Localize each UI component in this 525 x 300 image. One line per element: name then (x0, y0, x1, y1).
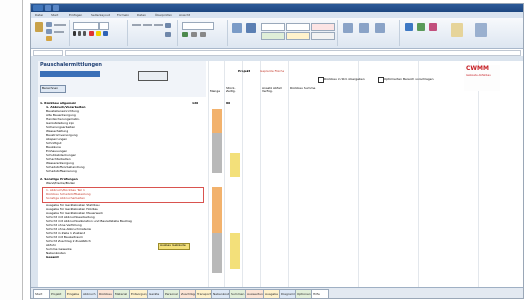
col-header-stueck: Stück- Zeitlg. (226, 87, 236, 93)
col-header-rueckbau: Rückbau Summe (290, 87, 316, 90)
style-standard[interactable] (261, 23, 285, 31)
style-bad[interactable] (311, 23, 335, 31)
yellow-input-block[interactable] (230, 153, 240, 177)
editing-group (401, 20, 519, 46)
conditional-format-icon[interactable] (232, 23, 242, 33)
brand-logo: CWMM Gebäude Abfallbau (464, 65, 500, 91)
grid-line (478, 61, 479, 287)
section-1-value-b: 80 (226, 101, 231, 105)
calc-button-label: Berechnen (42, 86, 59, 90)
decimal-icon[interactable] (200, 32, 206, 37)
style-calc[interactable] (311, 32, 335, 40)
yellow-action-label: Ausbau Gebäude (160, 243, 186, 247)
number-group (179, 20, 228, 46)
style-good[interactable] (261, 32, 285, 40)
grid-line (260, 61, 261, 287)
cut-icon[interactable] (46, 22, 52, 27)
format-table-icon[interactable] (246, 23, 256, 33)
worksheet-grid[interactable]: Pauschalermittlungen Berechnen Projekt G… (38, 61, 523, 287)
ribbon-toolbar (31, 18, 523, 49)
sheet-title: Pauschalermittlungen (40, 62, 102, 68)
title-bar (31, 4, 523, 12)
alignment-group (129, 20, 178, 46)
project-select[interactable] (40, 71, 100, 77)
font-size-select[interactable] (99, 22, 109, 30)
orange-input-block[interactable] (212, 109, 222, 133)
project-label: Projekt (238, 69, 251, 73)
font-name-select[interactable] (73, 22, 99, 30)
spreadsheet-window: Datei Start Einfügen Seitenlayout Formel… (30, 3, 524, 299)
col-header-menge: Menge (210, 89, 221, 93)
fill-color-icon[interactable] (96, 31, 101, 36)
paste-icon[interactable] (35, 22, 43, 32)
sheet-tabs: Start Projekt Eingabe Abbruch Rückbau Ma… (31, 287, 523, 298)
clipboard-label-line (54, 31, 64, 33)
sheet-tab[interactable]: Entsorgung (129, 289, 149, 298)
styles-group (229, 20, 338, 46)
brand-subtitle: Gebäude Abfallbau (466, 74, 491, 77)
style-neutral[interactable] (286, 32, 310, 40)
highlight-item: Sonstige Abbrucharbeiten (46, 196, 86, 200)
grid-line (208, 61, 209, 287)
file-button[interactable] (33, 5, 43, 11)
percent-icon[interactable] (191, 32, 197, 37)
checkbox-2-label: Optimierten Bereich vorschlagen (384, 77, 434, 81)
autosum-icon[interactable] (405, 23, 413, 31)
gray-input-block (212, 133, 222, 173)
col-header-ansatz: Ansatz Abfall Verfüg. (262, 87, 282, 93)
project-value[interactable]: Geplante Fläche (260, 69, 284, 73)
find-select-icon[interactable] (475, 23, 487, 37)
clipboard-group (33, 20, 70, 46)
font-color-icon[interactable] (89, 31, 94, 36)
list-item: Gesamt (46, 255, 59, 259)
font-group (71, 20, 128, 46)
format-cells-icon[interactable] (375, 23, 385, 33)
brand-name: CWMM (466, 65, 489, 72)
fill-icon[interactable] (417, 23, 425, 31)
delete-cells-icon[interactable] (359, 23, 369, 33)
underline-icon[interactable] (83, 31, 86, 36)
merge-icon[interactable] (165, 32, 171, 37)
grid-line (224, 61, 225, 287)
grid-line (418, 61, 419, 287)
cells-group (339, 20, 400, 46)
grid-line (358, 61, 359, 287)
align-center-icon[interactable] (143, 24, 152, 26)
checkbox-1-label: Rückbau in Std. übergeben (324, 77, 365, 81)
gray-input-block-2 (212, 233, 222, 273)
borders-icon[interactable] (103, 31, 108, 36)
clipboard-label-line (54, 24, 66, 26)
screenshot-frame: Datei Start Einfügen Seitenlayout Formel… (0, 0, 525, 300)
sort-filter-icon[interactable] (451, 23, 463, 37)
orange-input-block-2[interactable] (212, 187, 222, 233)
clear-icon[interactable] (429, 23, 437, 31)
undo-icon[interactable] (53, 5, 59, 11)
left-panel-edge (0, 0, 23, 300)
wrap-text-icon[interactable] (165, 23, 171, 28)
list-item: Schadstoffsanierung (46, 169, 77, 173)
italic-icon[interactable] (78, 31, 81, 36)
sheet-tab[interactable]: Auswertung (245, 289, 265, 298)
yellow-input-block-2[interactable] (230, 233, 240, 269)
save-icon[interactable] (45, 5, 51, 11)
sheet-tab[interactable]: Nebenkosten (211, 289, 231, 298)
align-right-icon[interactable] (154, 24, 163, 26)
section-1-value-a: 120 (192, 101, 199, 105)
format-painter-icon[interactable] (46, 36, 52, 41)
align-left-icon[interactable] (132, 24, 141, 26)
grid-line (288, 61, 289, 287)
number-format-select[interactable] (182, 22, 214, 30)
copy-icon[interactable] (46, 29, 52, 34)
insert-cells-icon[interactable] (343, 23, 353, 33)
grid-line (242, 61, 243, 287)
currency-icon[interactable] (182, 32, 188, 37)
section-2-subtitle: Wand/Decke/Boden (46, 181, 76, 185)
bold-icon[interactable] (73, 31, 76, 36)
calc-button[interactable] (138, 71, 168, 81)
style-normal[interactable] (286, 23, 310, 31)
sheet-tab[interactable]: Hilfe (311, 289, 329, 298)
